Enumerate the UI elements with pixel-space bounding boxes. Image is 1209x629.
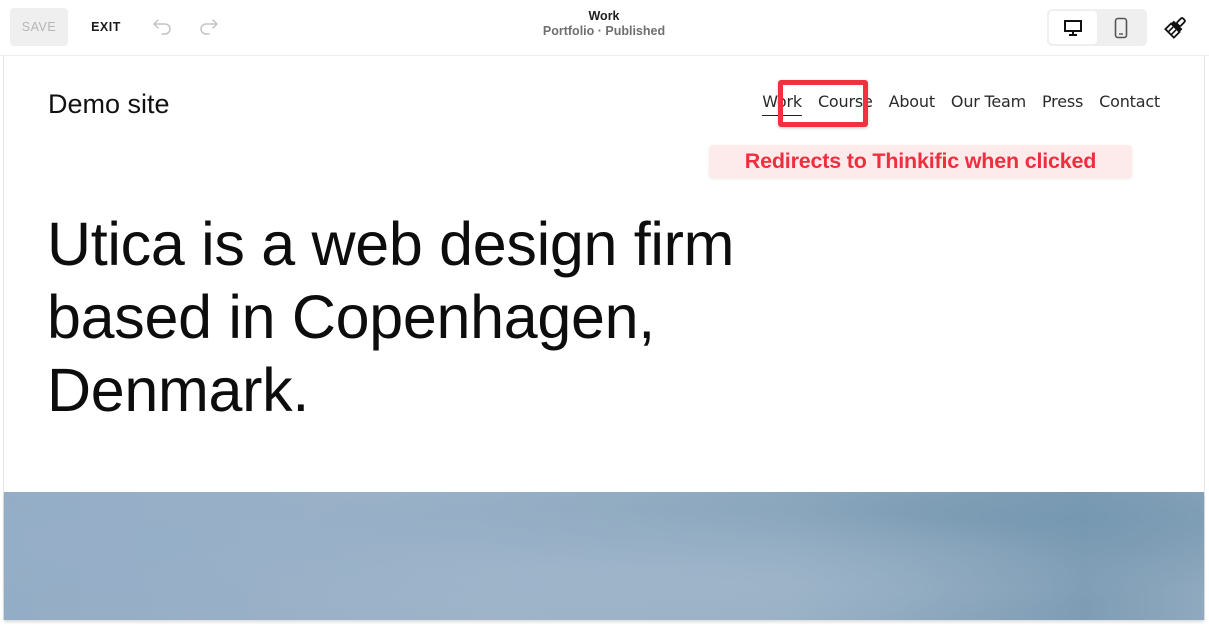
redo-icon <box>200 19 218 35</box>
nav-link-contact[interactable]: Contact <box>1099 92 1160 116</box>
device-view-toggle <box>1047 9 1147 46</box>
hero-heading: Utica is a web design firm based in Cope… <box>47 208 807 427</box>
desktop-icon <box>1064 19 1082 36</box>
redo-button[interactable] <box>196 14 220 38</box>
desktop-view-button[interactable] <box>1049 11 1097 44</box>
mobile-icon <box>1114 17 1128 38</box>
page-title: Work <box>588 9 620 23</box>
undo-button[interactable] <box>151 14 175 38</box>
annotation-highlight-box <box>778 80 868 127</box>
editor-frame-right-edge <box>1204 0 1205 620</box>
page-title-block: Work Portfolio · Published <box>454 9 754 39</box>
undo-icon <box>153 19 171 35</box>
paintbrush-icon <box>1164 17 1186 39</box>
page-status: Portfolio · Published <box>542 24 666 38</box>
hero-line: Utica is a web design firm <box>47 210 735 278</box>
exit-button[interactable]: EXIT <box>80 8 132 46</box>
nav-link-press[interactable]: Press <box>1042 92 1083 116</box>
site-title[interactable]: Demo site <box>48 89 170 120</box>
editor-toolbar: SAVE EXIT Work Portfolio · Published <box>0 0 1209 56</box>
save-button[interactable]: SAVE <box>10 8 68 46</box>
nav-link-about[interactable]: About <box>889 92 936 116</box>
design-button[interactable] <box>1162 13 1190 41</box>
annotation-label: Redirects to Thinkific when clicked <box>709 145 1132 178</box>
hero-line: based in Copenhagen, <box>47 283 655 351</box>
hero-sky-image <box>4 492 1204 620</box>
hero-line: Denmark. <box>47 356 310 424</box>
nav-link-our-team[interactable]: Our Team <box>951 92 1026 116</box>
mobile-view-button[interactable] <box>1097 11 1145 44</box>
